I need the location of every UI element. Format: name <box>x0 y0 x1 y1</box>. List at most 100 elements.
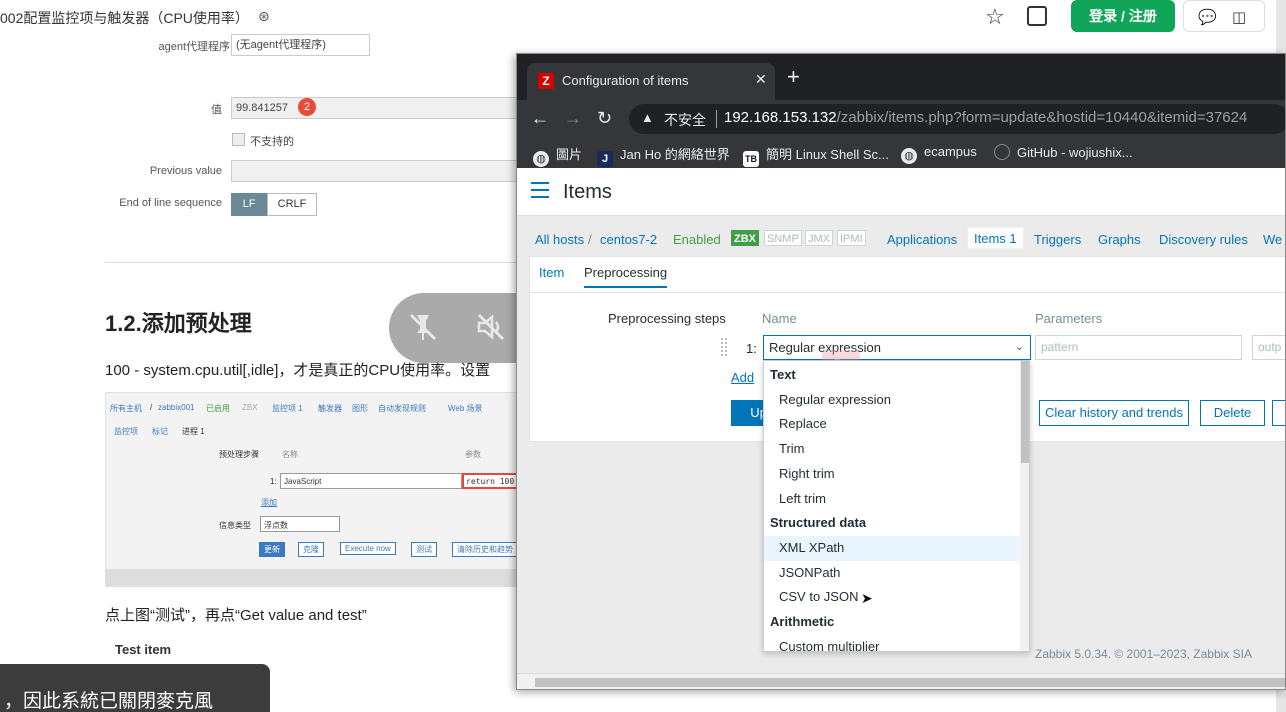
embed-param-header: 参数 <box>465 450 481 459</box>
pin-icon[interactable]: ⊛ <box>258 8 270 25</box>
omnibox-divider <box>716 110 717 128</box>
eol-lf-option[interactable]: LF <box>231 193 267 216</box>
speaker-off-icon[interactable] <box>473 309 509 345</box>
mic-off-icon[interactable] <box>405 309 441 345</box>
add-step-link[interactable]: Add <box>731 370 754 385</box>
nav-applications[interactable]: Applications <box>887 232 957 247</box>
doc-title: 002配置监控项与触发器（CPU使用率） <box>0 10 249 26</box>
star-icon[interactable]: ☆ <box>985 4 1005 30</box>
delete-button[interactable]: Delete <box>1200 400 1265 426</box>
drag-handle-icon[interactable] <box>721 338 727 356</box>
breadcrumb-all-hosts[interactable]: All hosts <box>535 232 584 247</box>
embed-execute-button: Execute now <box>340 542 396 555</box>
embed-crumb-sep: / <box>150 403 153 412</box>
close-icon[interactable]: ✕ <box>755 71 767 88</box>
tab-preprocessing[interactable]: Preprocessing <box>584 265 668 288</box>
embed-test-button: 测试 <box>411 542 437 557</box>
globe-icon: ◍ <box>901 148 917 164</box>
globe-icon: ◍ <box>533 151 549 167</box>
parameters-column-header: Parameters <box>1035 311 1103 326</box>
dropdown-option-left-trim[interactable]: Left trim <box>764 487 1019 512</box>
bookmark-icon[interactable] <box>1027 6 1047 26</box>
dropdown-group-arithmetic: Arithmetic <box>770 614 835 629</box>
nav-web[interactable]: We <box>1263 232 1282 247</box>
j-icon: J <box>597 151 613 167</box>
cancel-button[interactable] <box>1272 400 1285 426</box>
pattern-input[interactable]: pattern <box>1035 335 1242 360</box>
breadcrumb-host[interactable]: centos7-2 <box>600 232 657 247</box>
browser-tab[interactable]: Z Configuration of items ✕ <box>527 63 775 100</box>
zabbix-favicon-icon: Z <box>538 73 554 89</box>
previous-value-label: Previous value <box>149 165 222 177</box>
login-register-button[interactable]: 登录 / 注册 <box>1071 0 1175 32</box>
bookmark-github[interactable]: GitHub - wojiushix... <box>994 144 1133 160</box>
eol-label: End of line sequence <box>119 197 222 209</box>
warning-icon[interactable]: ▲ <box>641 110 654 125</box>
tag-ipmi: IPMI <box>837 230 866 246</box>
bookmark-janho[interactable]: J Jan Ho 的網絡世界 <box>597 144 730 167</box>
step-index: 1: <box>746 341 757 356</box>
value-label: 值 <box>211 104 222 116</box>
forward-icon[interactable]: → <box>564 108 582 129</box>
reload-icon[interactable]: ↻ <box>597 108 612 129</box>
bookmark-label: GitHub - wojiushix... <box>1017 145 1133 160</box>
breadcrumb-sep: / <box>588 232 592 247</box>
tag-snmp: SNMP <box>764 230 802 246</box>
bookmark-ecampus[interactable]: ◍ ecampus <box>901 144 977 164</box>
layout-icon[interactable]: ◫ <box>1232 8 1246 26</box>
mic-disabled-toast: ，因此系統已關閉麥克風 <box>0 664 270 712</box>
nav-triggers[interactable]: Triggers <box>1034 232 1081 247</box>
tab-item[interactable]: Item <box>539 265 564 280</box>
host-navigation: All hosts / centos7-2 Enabled ZBX SNMP J… <box>517 224 1285 256</box>
embed-tab-process: 进程 1 <box>182 427 205 436</box>
embed-info-type-select: 浮点数 <box>260 516 340 532</box>
embed-step-label: 预处理步骤 <box>219 450 259 459</box>
embed-name-header: 名称 <box>282 450 298 459</box>
bookmarks-bar: ◍ 圖片 J Jan Ho 的網絡世界 TB 簡明 Linux Shell Sc...… <box>517 138 1285 168</box>
dropdown-option-csv-to-json[interactable]: CSV to JSON <box>764 585 1019 610</box>
dropdown-option-replace[interactable]: Replace <box>764 412 1019 437</box>
value-field[interactable]: 99.841257 <box>231 97 521 119</box>
menu-icon[interactable] <box>531 182 549 198</box>
value-badge: 2 <box>298 98 316 116</box>
nav-items[interactable]: Items 1 <box>967 227 1024 249</box>
bookmark-label: 圖片 <box>556 147 583 162</box>
nav-graphs[interactable]: Graphs <box>1098 232 1141 247</box>
unsupported-checkbox[interactable] <box>232 133 245 146</box>
doc-icon-group: 💬 ◫ <box>1183 0 1265 32</box>
preprocessing-type-select[interactable]: Regular expression ⌄ <box>763 335 1031 360</box>
url-path: /zabbix/items.php?form=update&hostid=104… <box>836 109 1248 126</box>
nav-discovery-rules[interactable]: Discovery rules <box>1159 232 1248 247</box>
agent-select[interactable]: (无agent代理程序) <box>231 34 370 56</box>
horizontal-scroll-thumb[interactable] <box>535 678 1285 687</box>
section-heading: 1.2.添加预处理 <box>105 311 252 336</box>
status-enabled[interactable]: Enabled <box>673 232 721 247</box>
bookmark-label: ecampus <box>924 144 977 159</box>
zabbix-footer: Zabbix 5.0.34. © 2001–2023, Zabbix SIA <box>1035 647 1252 661</box>
dropdown-option-trim[interactable]: Trim <box>764 437 1019 462</box>
bookmark-images[interactable]: ◍ 圖片 <box>533 144 582 167</box>
divider <box>105 262 525 263</box>
dropdown-option-regex[interactable]: Regular expression <box>764 388 1019 413</box>
clear-history-button[interactable]: Clear history and trends <box>1039 400 1189 426</box>
dropdown-scroll-thumb[interactable] <box>1021 361 1029 463</box>
tag-zbx: ZBX <box>731 230 759 246</box>
agent-select-value: (无agent代理程序) <box>236 39 326 51</box>
comment-icon[interactable]: 💬 <box>1198 8 1217 26</box>
dropdown-option-right-trim[interactable]: Right trim <box>764 462 1019 487</box>
dropdown-option-jsonpath[interactable]: JSONPath <box>764 561 1019 586</box>
bookmark-linux-shell[interactable]: TB 簡明 Linux Shell Sc... <box>743 144 889 167</box>
dropdown-option-xml-xpath[interactable]: XML XPath <box>764 535 1019 561</box>
address-bar[interactable]: ▲ 不安全 192.168.153.132/zabbix/items.php?f… <box>629 104 1285 134</box>
output-input[interactable]: outp <box>1252 335 1285 360</box>
eol-crlf-option[interactable]: CRLF <box>267 193 317 216</box>
back-icon[interactable]: ← <box>531 108 549 129</box>
previous-value-field[interactable] <box>231 160 521 182</box>
dropdown-option-custom-multiplier[interactable]: Custom multiplier <box>764 635 1019 651</box>
preprocessing-steps-label: Preprocessing steps <box>608 311 726 326</box>
new-tab-icon[interactable]: + <box>787 64 800 90</box>
embed-crumb-triggers: 触发器 <box>318 404 342 413</box>
horizontal-scrollbar[interactable] <box>517 673 1285 689</box>
dropdown-scrollbar[interactable] <box>1020 361 1029 651</box>
name-column-header: Name <box>762 311 797 326</box>
